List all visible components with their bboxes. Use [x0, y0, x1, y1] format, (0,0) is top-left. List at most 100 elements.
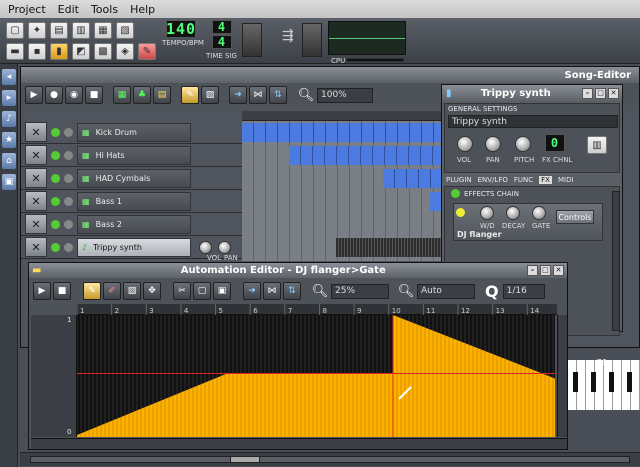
auto-scroll-icon[interactable]: ➜ — [229, 86, 247, 104]
tab-func[interactable]: FUNC — [514, 176, 533, 184]
controller-rack-icon[interactable]: ◈ — [116, 43, 134, 60]
track-settings-icon[interactable]: ✕ — [25, 214, 47, 234]
time-sig-numerator[interactable]: 4 — [212, 20, 232, 34]
piano-roll-icon[interactable]: ▮ — [50, 43, 68, 60]
instrument-vol-knob[interactable] — [457, 136, 473, 152]
master-pitch-slider[interactable] — [302, 23, 322, 57]
my-projects-icon[interactable]: ♪ — [2, 111, 16, 127]
tab-midi[interactable]: MIDI — [558, 176, 574, 184]
root-directory-icon[interactable]: ◂ — [2, 69, 16, 85]
instrument-pan-knob[interactable] — [485, 136, 501, 152]
maximize-icon[interactable]: □ — [595, 87, 606, 99]
save-preset-icon[interactable]: ▥ — [587, 136, 607, 154]
tempo-display[interactable]: 140 — [166, 20, 196, 38]
instrument-pitch-knob[interactable] — [515, 136, 531, 152]
copy-icon[interactable]: ▢ — [193, 282, 211, 300]
my-samples-icon[interactable]: ★ — [2, 132, 16, 148]
gate-knob[interactable] — [532, 206, 546, 220]
effect-enable-led[interactable] — [456, 208, 465, 217]
minimize-icon[interactable]: – — [582, 87, 593, 99]
add-beat-track-icon[interactable]: ▦ — [113, 86, 131, 104]
close-icon[interactable]: ✕ — [552, 265, 564, 276]
decay-knob[interactable] — [506, 206, 520, 220]
kick-drum-pattern[interactable] — [242, 123, 442, 142]
beat-editor-icon[interactable]: ▪ — [28, 43, 46, 60]
stop-icon[interactable]: ■ — [53, 282, 71, 300]
solo-led[interactable] — [64, 219, 73, 229]
open-project-icon[interactable]: ▤ — [50, 22, 68, 39]
zoom-x-select[interactable]: 25% — [331, 283, 389, 299]
cymbals-pattern[interactable] — [383, 169, 442, 188]
draw-mode-icon[interactable]: ✎ — [181, 86, 199, 104]
new-from-template-icon[interactable]: ✦ — [28, 22, 46, 39]
draw-mode-icon[interactable]: ✎ — [83, 282, 101, 300]
track-settings-icon[interactable]: ✕ — [25, 145, 47, 165]
stop-behaviour-icon[interactable]: ⇅ — [283, 282, 301, 300]
track-name[interactable]: ▦ Bass 2 — [77, 214, 191, 234]
solo-led[interactable] — [64, 127, 73, 137]
recent-icon[interactable]: ▧ — [116, 22, 134, 39]
stop-icon[interactable]: ■ — [85, 86, 103, 104]
song-pattern-area[interactable] — [242, 121, 442, 261]
hi-hats-pattern[interactable] — [289, 146, 442, 165]
track-settings-icon[interactable]: ✕ — [25, 122, 47, 142]
cut-icon[interactable]: ✂ — [173, 282, 191, 300]
track-settings-icon[interactable]: ✕ — [25, 191, 47, 211]
fx-mixer-icon[interactable]: ▩ — [94, 43, 112, 60]
maximize-icon[interactable]: □ — [539, 265, 551, 276]
solo-led[interactable] — [64, 242, 73, 252]
menu-edit[interactable]: Edit — [58, 3, 79, 16]
record-icon[interactable]: ● — [45, 86, 63, 104]
track-settings-icon[interactable]: ✕ — [25, 237, 47, 257]
track-name[interactable]: ▦ HAD Cymbals — [77, 168, 191, 188]
edit-mode-icon[interactable]: ▨ — [201, 86, 219, 104]
project-notes-icon[interactable]: ✎ — [138, 43, 156, 60]
save-project-icon[interactable]: ▥ — [72, 22, 90, 39]
solo-led[interactable] — [64, 150, 73, 160]
paste-icon[interactable]: ▣ — [213, 282, 231, 300]
tab-plugin[interactable]: PLUGIN — [446, 176, 472, 184]
menu-project[interactable]: Project — [8, 3, 46, 16]
mute-led[interactable] — [51, 150, 60, 160]
automation-vertical-scrollbar[interactable] — [557, 315, 567, 437]
dj-flanger-effect[interactable]: W/D DECAY GATE DJ flanger Controls — [453, 203, 603, 241]
synth-pattern[interactable] — [336, 238, 442, 257]
loop-points-icon[interactable]: ⋈ — [249, 86, 267, 104]
track-settings-icon[interactable]: ✕ — [25, 168, 47, 188]
move-mode-icon[interactable]: ✥ — [143, 282, 161, 300]
song-horizontal-scrollbar[interactable] — [20, 452, 640, 466]
solo-led[interactable] — [64, 173, 73, 183]
metronome-icon[interactable]: ⇶ — [282, 28, 300, 46]
automation-ruler[interactable]: 1 2 3 4 5 6 7 8 9 10 11 12 13 14 — [76, 304, 557, 315]
automation-editor-icon[interactable]: ◩ — [72, 43, 90, 60]
record-while-playing-icon[interactable]: ◉ — [65, 86, 83, 104]
menu-help[interactable]: Help — [130, 3, 155, 16]
track-pan-knob[interactable] — [218, 240, 231, 254]
track-name[interactable]: ▦ Hi Hats — [77, 145, 191, 165]
auto-scroll-icon[interactable]: ➜ — [243, 282, 261, 300]
song-zoom-select[interactable]: 100% — [317, 87, 373, 103]
track-name[interactable]: ▦ Kick Drum — [77, 122, 191, 142]
loop-points-icon[interactable]: ⋈ — [263, 282, 281, 300]
scrollbar-thumb[interactable] — [230, 456, 260, 463]
time-sig-denominator[interactable]: 4 — [212, 35, 232, 49]
mute-led[interactable] — [51, 219, 60, 229]
solo-led[interactable] — [64, 196, 73, 206]
song-timeline[interactable] — [242, 111, 442, 121]
track-name[interactable]: ▦ Bass 1 — [77, 191, 191, 211]
minimize-icon[interactable]: – — [526, 265, 538, 276]
add-automation-track-icon[interactable]: ▤ — [153, 86, 171, 104]
automation-horizontal-scrollbar[interactable] — [31, 438, 567, 449]
controls-button[interactable]: Controls — [556, 210, 594, 224]
my-home-icon[interactable]: ▣ — [2, 174, 16, 190]
master-volume-slider[interactable] — [242, 23, 262, 57]
mute-led[interactable] — [51, 127, 60, 137]
effects-chain-led[interactable] — [451, 189, 460, 198]
track-name[interactable]: ♪ Trippy synth — [77, 237, 191, 257]
stop-behaviour-icon[interactable]: ⇅ — [269, 86, 287, 104]
quantize-select[interactable]: 1/16 — [502, 283, 545, 299]
play-icon[interactable]: ▶ — [33, 282, 51, 300]
my-presets-icon[interactable]: ⌂ — [2, 153, 16, 169]
mute-led[interactable] — [51, 173, 60, 183]
wet-dry-knob[interactable] — [480, 206, 494, 220]
